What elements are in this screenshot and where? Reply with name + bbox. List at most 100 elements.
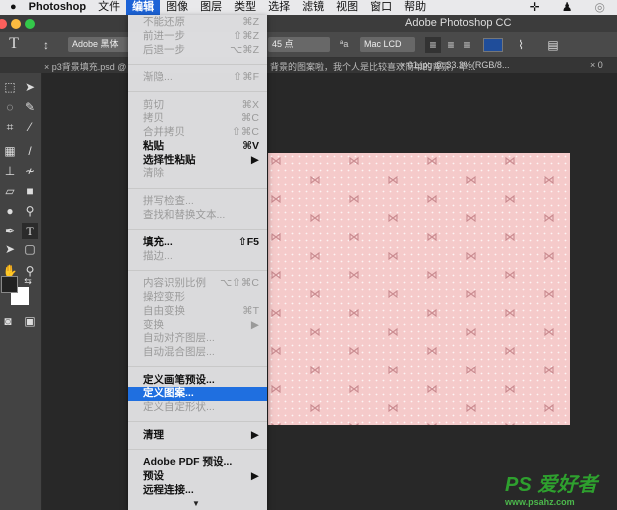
swap-colors-icon[interactable]: ⇆ xyxy=(20,273,36,289)
healing-icon[interactable]: ▦ xyxy=(2,143,18,159)
menu-item-shortcut: ⌥⌘Z xyxy=(229,43,259,56)
menu-separator xyxy=(128,448,267,450)
quick-mask-icon[interactable]: ◙ xyxy=(0,313,16,329)
menu-item-shortcut: ⌘T xyxy=(242,304,259,317)
menu-item[interactable]: Adobe PDF 预设... xyxy=(128,456,267,470)
menu-view[interactable]: 视图 xyxy=(330,0,364,15)
antialias-select[interactable]: Mac LCD xyxy=(360,37,415,52)
apple-icon[interactable]: ● xyxy=(0,0,23,15)
lasso-icon[interactable]: ◌ xyxy=(2,99,18,115)
minimize-button[interactable] xyxy=(11,19,21,29)
move-tool-icon[interactable]: ➤ xyxy=(22,79,38,95)
menu-item[interactable]: 自动混合图层... xyxy=(128,346,267,360)
blur-icon[interactable]: ● xyxy=(2,203,18,219)
menu-item[interactable]: 定义画笔预设... xyxy=(128,374,267,388)
menu-item[interactable]: 自由变换 ⌘T xyxy=(128,305,267,319)
menu-file[interactable]: 文件 xyxy=(92,0,126,15)
menu-item[interactable]: 清除 xyxy=(128,167,267,181)
menu-item-label: 后退一步 xyxy=(143,43,185,56)
eyedropper-icon[interactable]: ⁄ xyxy=(22,119,38,135)
type-tool-icon[interactable]: T xyxy=(22,223,38,239)
menu-item[interactable]: 粘贴 ⌘V xyxy=(128,140,267,154)
tab-p3[interactable]: × p3背景填充.psd @ xyxy=(44,60,126,73)
menu-select[interactable]: 选择 xyxy=(262,0,296,15)
menu-separator xyxy=(128,270,267,271)
menu-layer[interactable]: 图层 xyxy=(194,0,228,15)
menu-item[interactable]: 操控变形 xyxy=(128,291,267,305)
menu-item[interactable]: 定义自定形状... xyxy=(128,401,267,415)
menu-item[interactable]: 填充... ⇧F5 xyxy=(128,236,267,250)
menu-item-label: 变换 xyxy=(143,318,164,331)
gradient-icon[interactable]: ■ xyxy=(22,183,38,199)
move-icon[interactable]: ✛ xyxy=(524,0,546,15)
menu-item-label: 定义画笔预设... xyxy=(143,373,215,386)
menu-item[interactable]: 剪切 ⌘X xyxy=(128,99,267,113)
stamp-icon[interactable]: ⊥ xyxy=(2,163,18,179)
document-canvas[interactable] xyxy=(268,153,570,425)
menu-item-label: 粘贴 xyxy=(143,139,164,152)
text-tool-icon[interactable]: T xyxy=(6,36,22,52)
warp-text-icon[interactable]: ⌇ xyxy=(513,37,529,53)
menu-separator xyxy=(128,91,267,93)
menu-item[interactable]: 拼写检查... xyxy=(128,195,267,209)
pen-icon[interactable]: ✒ xyxy=(2,223,18,239)
path-select-icon[interactable]: ➤ xyxy=(2,241,18,257)
menu-item[interactable]: 渐隐... ⇧⌘F xyxy=(128,71,267,85)
align-left-icon[interactable]: ≡ xyxy=(425,37,441,53)
menu-item-label: 定义自定形状... xyxy=(143,401,215,413)
screen-mode-icon[interactable]: ▣ xyxy=(22,313,38,329)
creative-cloud-icon[interactable]: ◎ xyxy=(589,0,611,15)
menu-image[interactable]: 图像 xyxy=(160,0,194,15)
orientation-icon[interactable]: ↕ xyxy=(38,37,54,53)
zoom-button[interactable] xyxy=(25,19,35,29)
close-button[interactable] xyxy=(0,19,7,29)
menu-item[interactable]: 不能还原 ⌘Z xyxy=(128,16,267,30)
tab-more[interactable]: × 0 xyxy=(590,60,603,70)
menu-item[interactable]: 拷贝 ⌘C xyxy=(128,112,267,126)
menu-item[interactable]: 定义图案... xyxy=(128,387,267,401)
menu-item-label: 清理 xyxy=(143,428,164,441)
brush-icon[interactable]: / xyxy=(22,143,38,159)
crop-icon[interactable]: ⌗ xyxy=(2,119,18,135)
menu-item-label: 远程连接... xyxy=(143,483,194,496)
submenu-arrow-icon: ▶ xyxy=(250,469,259,482)
shape-icon[interactable]: ▢ xyxy=(22,241,38,257)
font-size-select[interactable]: 45 点 xyxy=(268,37,330,52)
menu-item-label: 前进一步 xyxy=(143,29,185,42)
menu-item[interactable]: 远程连接... xyxy=(128,484,267,498)
menu-item[interactable]: 后退一步 ⌥⌘Z xyxy=(128,44,267,58)
marquee-icon[interactable]: ⬚ xyxy=(2,79,18,95)
menu-item[interactable]: 变换 ▶ xyxy=(128,319,267,333)
align-center-icon[interactable]: ≡ xyxy=(443,37,459,53)
menu-item[interactable]: 查找和替换文本... xyxy=(128,209,267,223)
menu-item-label: 操控变形 xyxy=(143,291,185,303)
menu-item[interactable]: 前进一步 ⇧⌘Z xyxy=(128,30,267,44)
menu-item-label: 预设 xyxy=(143,469,164,482)
menu-app[interactable]: Photoshop xyxy=(23,0,92,15)
font-family-select[interactable]: Adobe 黑体 Std xyxy=(68,37,130,52)
text-color-swatch[interactable] xyxy=(483,38,503,52)
menu-item[interactable]: 选择性粘贴 ▶ xyxy=(128,154,267,168)
foreground-color-swatch[interactable] xyxy=(1,276,18,293)
menu-item[interactable]: 描边... xyxy=(128,250,267,264)
menu-help[interactable]: 帮助 xyxy=(398,0,432,15)
scroll-down-arrow-icon[interactable]: ▼ xyxy=(192,499,200,508)
menu-type[interactable]: 类型 xyxy=(228,0,262,15)
menu-filter[interactable]: 滤镜 xyxy=(296,0,330,15)
menu-item[interactable]: 自动对齐图层... xyxy=(128,332,267,346)
menu-separator xyxy=(128,187,267,189)
tab-01jpg[interactable]: × 01.jpg @ 33.3%(RGB/8... xyxy=(400,60,509,70)
panels-icon[interactable]: ▤ xyxy=(545,37,561,53)
menu-edit[interactable]: 编辑 xyxy=(126,0,161,15)
menu-window[interactable]: 窗口 xyxy=(364,0,398,15)
dodge-icon[interactable]: ⚲ xyxy=(22,203,38,219)
eraser-icon[interactable]: ▱ xyxy=(2,183,18,199)
menu-item[interactable]: 清理 ▶ xyxy=(128,429,267,443)
history-brush-icon[interactable]: ≁ xyxy=(22,163,38,179)
menu-item[interactable]: 预设 ▶ xyxy=(128,470,267,484)
menu-item[interactable]: 内容识别比例 ⌥⇧⌘C xyxy=(128,277,267,291)
qq-icon[interactable]: ♟ xyxy=(556,0,579,15)
align-right-icon[interactable]: ≡ xyxy=(459,37,475,53)
menu-item[interactable]: 合并拷贝 ⇧⌘C xyxy=(128,126,267,140)
quick-select-icon[interactable]: ✎ xyxy=(22,99,38,115)
